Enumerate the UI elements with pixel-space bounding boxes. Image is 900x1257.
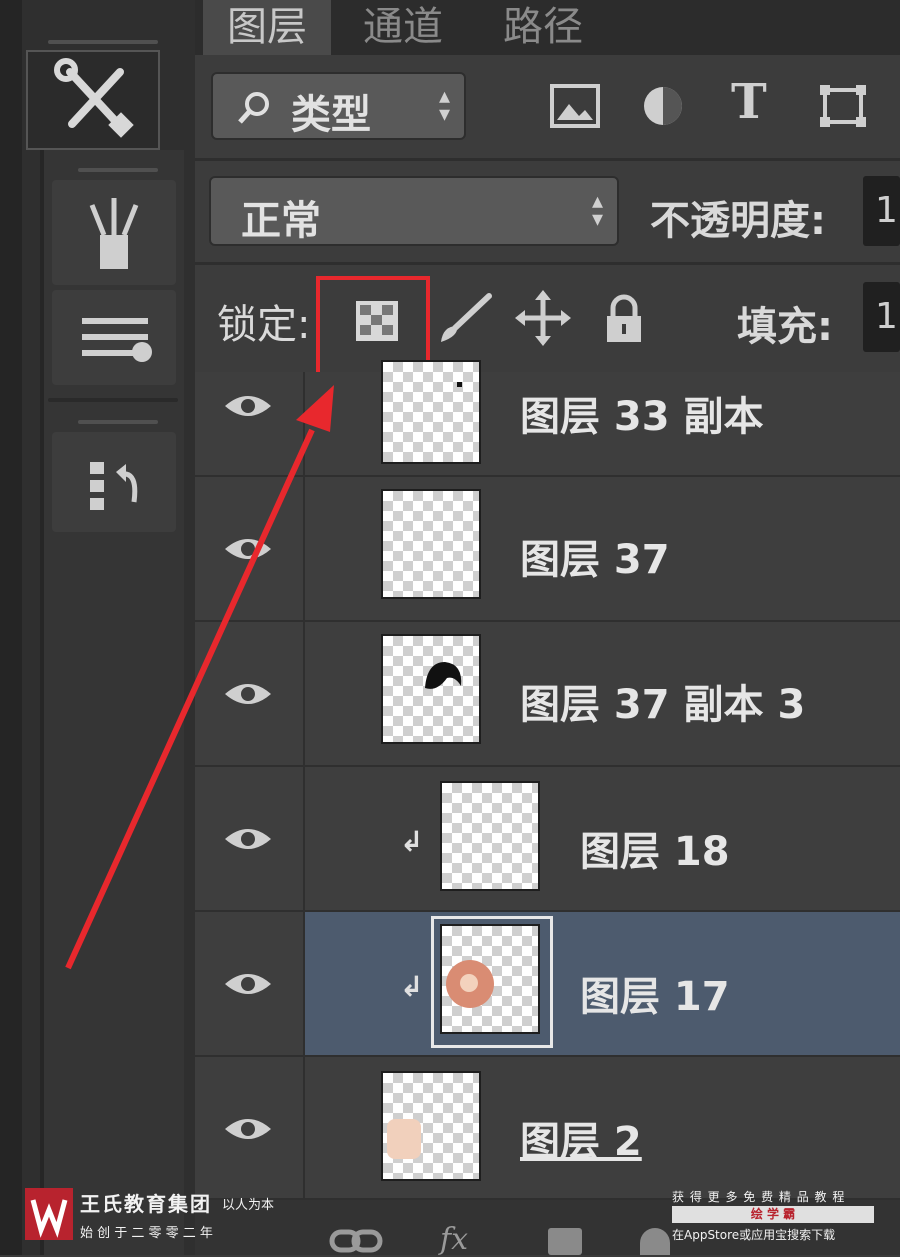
watermark-promo-line1: 获 得 更 多 免 费 精 品 教 程: [672, 1190, 846, 1204]
logo-glyph: [30, 1199, 68, 1238]
watermark-promo-line2: 在AppStore或应用宝搜索下载: [672, 1228, 836, 1242]
annotation-arrow: [65, 385, 334, 970]
watermark-motto: 以人为本: [222, 1198, 275, 1213]
wangshi-logo: [25, 1188, 73, 1240]
watermark-founded: 始 创 于 二 零 零 二 年: [80, 1226, 213, 1241]
watermark-brand: 绘 学 霸: [672, 1206, 874, 1223]
watermark-org-name: 王氏教育集团: [80, 1192, 212, 1216]
